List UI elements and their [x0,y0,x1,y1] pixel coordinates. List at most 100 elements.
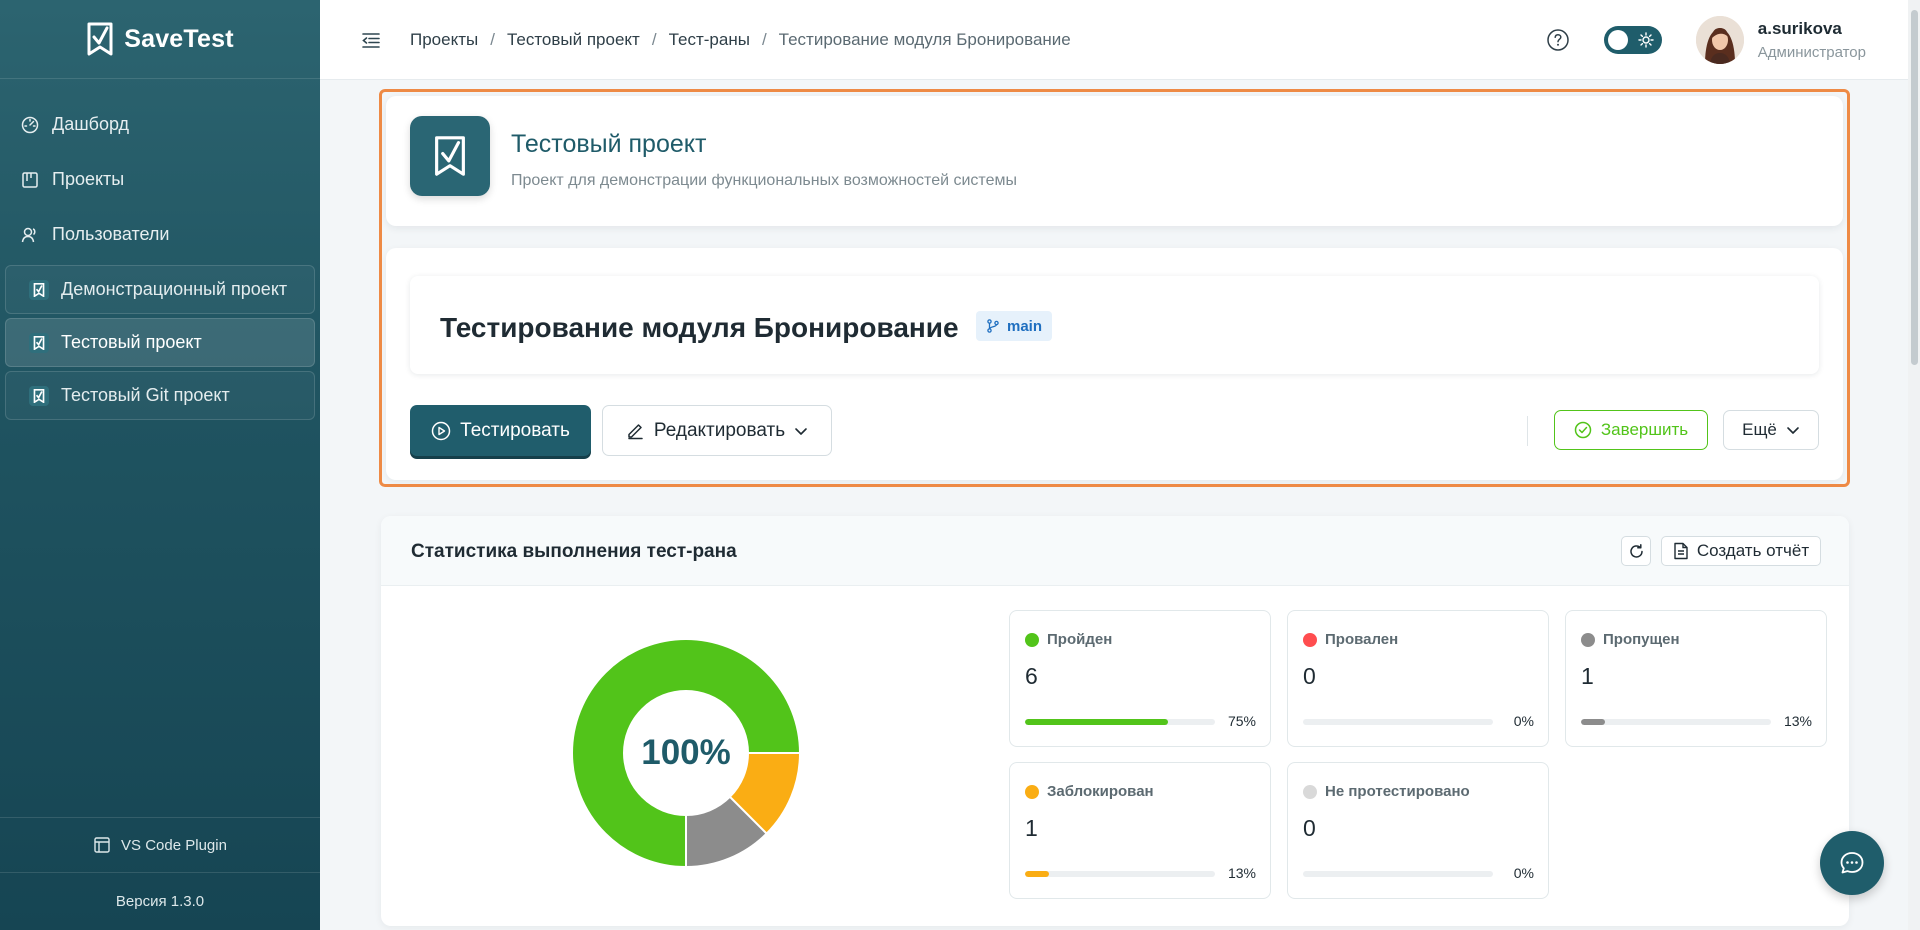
breadcrumb-testruns[interactable]: Тест-раны [669,30,750,50]
stat-card-skipped: Пропущен 1 13% [1565,610,1827,747]
stat-label: Пропущен [1581,631,1680,648]
app-name: SaveTest [124,24,234,53]
stat-value: 0 [1303,663,1316,689]
stat-label: Пройден [1025,631,1112,648]
stat-label: Провален [1303,631,1398,648]
stat-label-text: Не протестировано [1325,783,1470,800]
sun-icon [1638,32,1654,48]
stat-progress-fill [1025,719,1168,725]
user-role: Администратор [1757,44,1866,61]
status-dot [1025,632,1039,647]
stat-progress-track [1581,719,1771,725]
plugin-label: VS Code Plugin [121,836,227,854]
project-icon [29,385,49,406]
project-label: Демонстрационный проект [61,279,288,299]
user-info[interactable]: a.surikova Администратор [1758,19,1866,61]
main-nav: Дашборд Проекты Пользователи [0,79,320,262]
breadcrumb-project[interactable]: Тестовый проект [507,30,640,50]
document-icon [1674,542,1688,560]
stat-progress-track [1025,719,1215,725]
stat-value: 0 [1303,815,1316,841]
stat-value: 1 [1581,663,1594,689]
refresh-button[interactable] [1621,536,1651,566]
stat-value: 6 [1025,663,1038,689]
vscode-plugin-link[interactable]: VS Code Plugin [0,817,320,872]
stat-progress-fill [1581,719,1605,725]
stat-percent: 13% [1227,865,1256,881]
stat-progress-fill [1025,871,1049,877]
savetest-logo-icon [87,22,113,56]
breadcrumb-current: Тестирование модуля Бронирование [778,29,1071,49]
dashboard-icon [21,116,39,133]
stat-card-passed: Пройден 6 75% [1009,610,1271,747]
nav-item-projects[interactable]: Проекты [0,152,320,207]
stat-label-text: Пропущен [1603,631,1680,648]
nav-label: Дашборд [52,114,130,134]
status-dot [1303,784,1317,799]
stats-header: Статистика выполнения тест-рана Создать … [381,516,1849,586]
breadcrumb-separator: / [490,29,495,49]
project-label: Тестовый проект [61,332,202,352]
stat-label-text: Пройден [1047,631,1113,648]
stat-label: Не протестировано [1303,783,1470,800]
stat-label: Заблокирован [1025,783,1154,800]
chat-button[interactable] [1820,831,1884,895]
nav-label: Проекты [52,169,125,189]
app-version: Версия 1.3.0 [0,872,320,930]
stats-card: Статистика выполнения тест-рана Создать … [381,516,1849,926]
breadcrumb: Проекты / Тестовый проект / Тест-раны / … [410,30,1071,50]
create-report-button[interactable]: Создать отчёт [1661,536,1821,566]
top-header: Проекты / Тестовый проект / Тест-раны / … [320,0,1920,80]
stat-progress-track [1025,871,1215,877]
collapse-menu-icon[interactable] [360,29,382,51]
breadcrumb-projects[interactable]: Проекты [410,30,478,50]
stats-title: Статистика выполнения тест-рана [411,541,737,562]
stat-label-text: Заблокирован [1047,783,1154,800]
sidebar-footer: VS Code Plugin Версия 1.3.0 [0,817,320,930]
users-icon [21,227,36,242]
nav-item-users[interactable]: Пользователи [0,207,320,262]
sidebar-project-git[interactable]: Тестовый Git проект [5,371,315,420]
user-name: a.surikova [1757,19,1842,38]
report-label: Создать отчёт [1696,541,1810,560]
stat-card-blocked: Заблокирован 1 13% [1009,762,1271,899]
avatar-image [1695,16,1744,64]
stat-card-untested: Не протестировано 0 0% [1287,762,1549,899]
refresh-icon [1629,543,1643,558]
stat-percent: 0% [1513,865,1534,881]
logo[interactable]: SaveTest [0,0,320,79]
stat-value: 1 [1025,815,1038,841]
project-icon [29,332,49,353]
nav-item-dashboard[interactable]: Дашборд [0,97,320,152]
avatar[interactable] [1695,16,1744,64]
stat-progress-track [1303,719,1493,725]
project-label: Тестовый Git проект [61,385,230,405]
status-dot [1581,632,1595,647]
status-dot [1025,784,1039,799]
breadcrumb-separator: / [651,29,657,49]
status-donut-chart: 100% [571,638,802,869]
status-dot [1303,632,1317,647]
project-icon [29,279,49,300]
highlight-frame [379,89,1850,487]
chat-icon [1840,852,1864,874]
sidebar-project-test[interactable]: Тестовый проект [5,318,315,367]
stat-label-text: Провален [1325,631,1399,648]
stat-progress-track [1303,871,1493,877]
donut-center-label: 100% [641,733,731,772]
sidebar: SaveTest Дашборд Проекты Пользователи Де… [0,0,320,930]
help-icon[interactable] [1546,28,1570,52]
stat-percent: 13% [1783,713,1812,729]
projects-icon [22,171,38,188]
theme-toggle[interactable] [1603,26,1662,54]
sidebar-project-demo[interactable]: Демонстрационный проект [5,265,315,314]
stat-card-failed: Провален 0 0% [1287,610,1549,747]
scrollbar-thumb[interactable] [1911,10,1918,365]
stat-percent: 0% [1513,713,1534,729]
project-list: Демонстрационный проект Тестовый проект … [0,265,320,420]
breadcrumb-separator: / [761,29,767,49]
header-actions: a.surikova Администратор [1546,0,1920,80]
stat-percent: 75% [1227,713,1256,729]
nav-label: Пользователи [52,224,170,244]
page-scrollbar[interactable] [1908,0,1920,930]
